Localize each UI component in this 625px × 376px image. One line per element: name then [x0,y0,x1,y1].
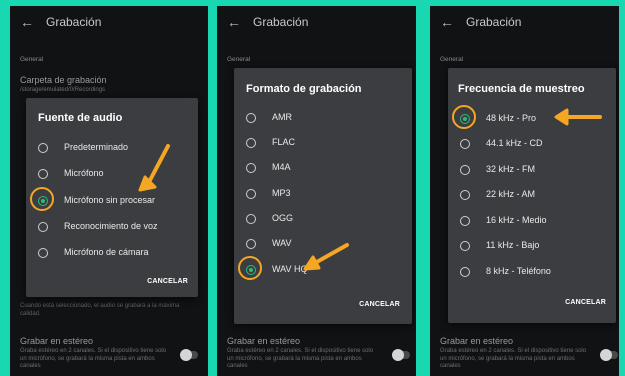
option-label: 22 kHz - AM [486,189,536,199]
stereo-toggle[interactable] [600,349,618,361]
option-11khz[interactable]: 11 kHz - Bajo [448,237,616,257]
option-16khz[interactable]: 16 kHz - Medio [448,212,616,232]
radio-button[interactable] [38,169,48,179]
option-label: 44.1 kHz - CD [486,138,543,148]
toggle-knob [392,349,404,361]
option-label: 32 kHz - FM [486,164,536,174]
radio-button[interactable] [460,139,470,149]
option-mp3[interactable]: MP3 [234,185,412,205]
option-camera-microphone[interactable]: Micrófono de cámara [26,244,198,264]
radio-button[interactable] [38,248,48,258]
radio-button[interactable] [38,222,48,232]
audio-source-dialog: Fuente de audio Predeterminado Micrófono… [26,98,198,297]
app-bar: ← Grabación [430,6,619,40]
stereo-setting-description: Graba estéreo en 2 canales. Si el dispos… [20,348,167,369]
back-arrow-icon[interactable]: ← [227,14,241,30]
cancel-button[interactable]: CANCELAR [359,301,400,308]
settings-screen-format: ← Grabación General Grabar en estéreo Gr… [217,6,416,376]
app-bar: ← Grabación [10,6,208,40]
setting-description: Cuando está seleccionado, el audio se gr… [20,303,180,317]
dialog-title: Fuente de audio [38,112,123,124]
pointer-arrow-icon [138,144,170,192]
stereo-setting-title[interactable]: Grabar en estéreo [227,336,300,346]
dialog-title: Formato de grabación [246,83,362,95]
radio-button[interactable] [460,190,470,200]
stereo-setting-description: Graba estéreo en 2 canales. Si el dispos… [227,348,374,369]
option-8khz[interactable]: 8 kHz - Teléfono [448,263,616,283]
option-label: AMR [272,112,292,122]
radio-button-selected[interactable] [460,114,470,124]
radio-button[interactable] [246,189,256,199]
stereo-toggle[interactable] [392,349,410,361]
back-arrow-icon[interactable]: ← [20,14,34,30]
recording-format-dialog: Formato de grabación AMR FLAC M4A MP3 OG… [234,68,412,324]
stereo-setting-description: Graba estéreo en 2 canales. Si el dispos… [440,348,587,369]
option-label: 8 kHz - Teléfono [486,266,551,276]
option-label: Micrófono [64,168,104,178]
radio-button[interactable] [246,239,256,249]
toggle-knob [600,349,612,361]
radio-button[interactable] [460,241,470,251]
radio-button[interactable] [460,165,470,175]
option-amr[interactable]: AMR [234,109,412,129]
option-label: Reconocimiento de voz [64,221,158,231]
radio-button[interactable] [38,143,48,153]
option-22khz[interactable]: 22 kHz - AM [448,186,616,206]
settings-screen-audio-source: ← Grabación General Carpeta de grabación… [10,6,208,376]
option-32khz[interactable]: 32 kHz - FM [448,161,616,181]
folder-setting-title[interactable]: Carpeta de grabación [20,75,107,85]
radio-button-selected[interactable] [38,196,48,206]
option-voice-recognition[interactable]: Reconocimiento de voz [26,218,198,238]
option-flac[interactable]: FLAC [234,134,412,154]
radio-button[interactable] [246,214,256,224]
option-44khz[interactable]: 44.1 kHz - CD [448,135,616,155]
option-label: 48 kHz - Pro [486,113,537,123]
radio-button[interactable] [246,113,256,123]
pointer-arrow-icon [554,108,602,126]
option-label: Predeterminado [64,142,129,152]
option-label: 16 kHz - Medio [486,215,547,225]
screen-title: Grabación [46,15,102,29]
radio-button[interactable] [246,163,256,173]
option-m4a[interactable]: M4A [234,159,412,179]
option-label: 11 kHz - Bajo [486,240,540,250]
cancel-button[interactable]: CANCELAR [565,299,606,306]
app-bar: ← Grabación [217,6,416,40]
section-header: General [227,56,251,63]
settings-screen-sample-rate: ← Grabación General Grabar en estéreo Gr… [430,6,619,376]
option-label: OGG [272,213,294,223]
toggle-knob [180,349,192,361]
dialog-title: Frecuencia de muestreo [458,83,585,95]
option-ogg[interactable]: OGG [234,210,412,230]
radio-button-selected[interactable] [246,265,256,275]
option-label: FLAC [272,137,296,147]
option-label: Micrófono sin procesar [64,195,156,205]
radio-button[interactable] [460,216,470,226]
option-label: MP3 [272,188,291,198]
stereo-toggle[interactable] [180,349,198,361]
radio-button[interactable] [460,267,470,277]
section-header: General [440,56,464,63]
back-arrow-icon[interactable]: ← [440,14,454,30]
stereo-setting-title[interactable]: Grabar en estéreo [20,336,93,346]
radio-button[interactable] [246,138,256,148]
option-label: M4A [272,162,291,172]
option-label: Micrófono de cámara [64,247,149,257]
option-label: WAV [272,238,292,248]
folder-setting-path: /storage/emulated/0/Recordings [20,87,106,93]
section-header: General [20,56,44,63]
cancel-button[interactable]: CANCELAR [147,278,188,285]
stereo-setting-title[interactable]: Grabar en estéreo [440,336,513,346]
screen-title: Grabación [466,15,522,29]
pointer-arrow-icon [303,243,349,271]
screen-title: Grabación [253,15,309,29]
